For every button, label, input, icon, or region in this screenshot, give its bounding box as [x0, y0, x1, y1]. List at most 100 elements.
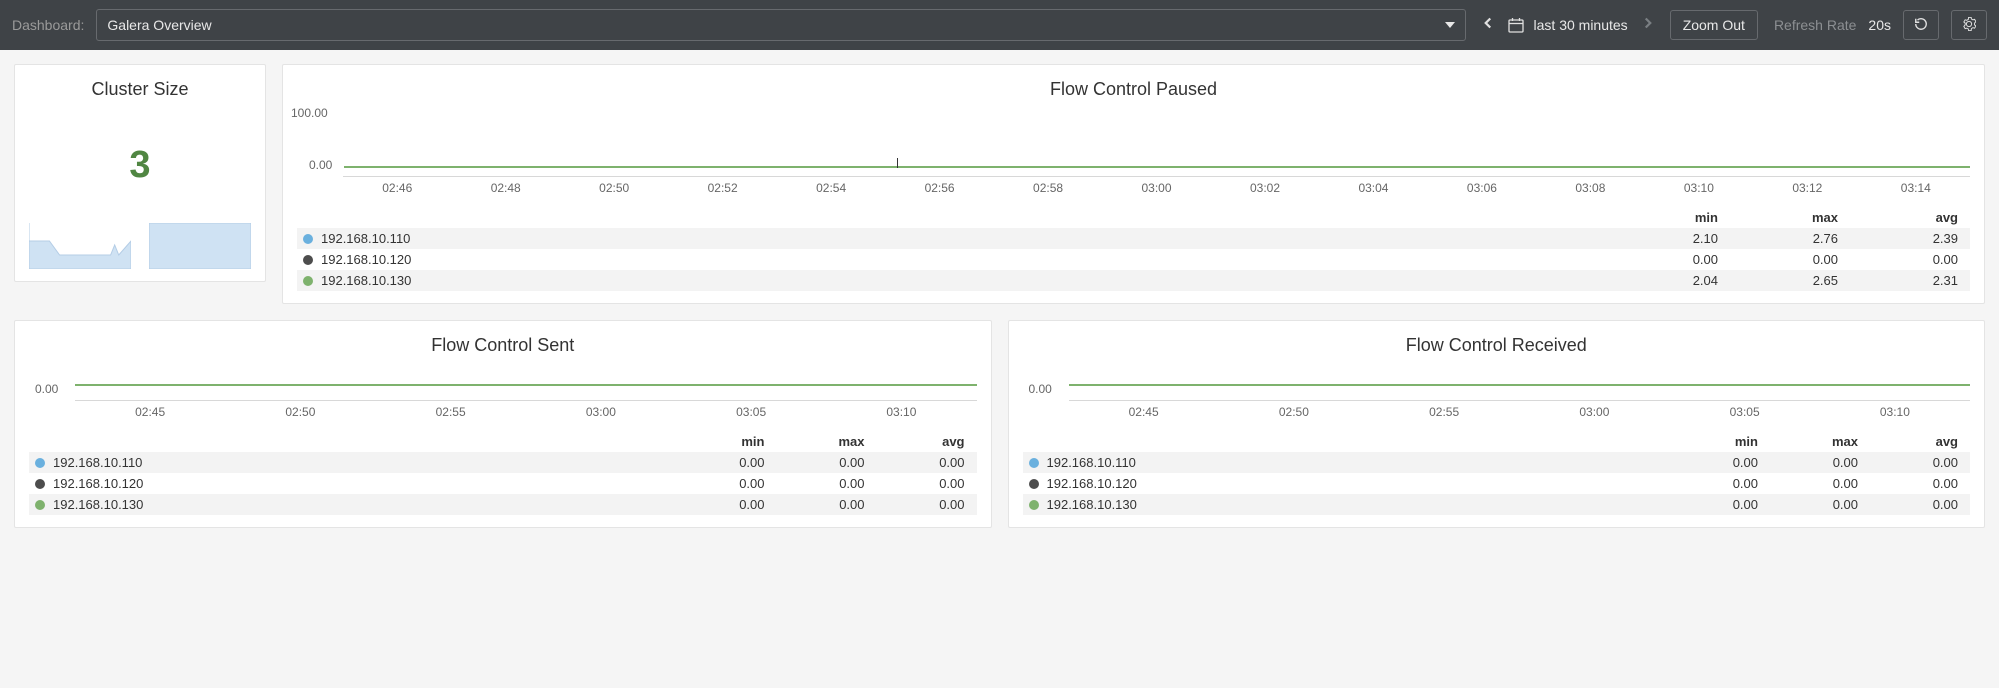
series-max: 0.00 [1724, 252, 1844, 267]
series-min: 0.00 [1664, 476, 1764, 491]
panel-cluster-size[interactable]: Cluster Size 3 [14, 64, 266, 282]
panel-title: Flow Control Paused [297, 79, 1970, 100]
col-avg: avg [871, 434, 971, 449]
time-range-picker[interactable]: last 30 minutes [1534, 17, 1628, 33]
y-tick-max: 100.00 [291, 106, 328, 120]
x-tick: 03:08 [1536, 181, 1644, 195]
legend-header: min max avg [297, 207, 1970, 228]
x-tick: 02:55 [1369, 405, 1519, 419]
legend-row[interactable]: 192.168.10.1302.042.652.31 [297, 270, 1970, 291]
legend-header: min max avg [29, 431, 977, 452]
gear-icon [1961, 17, 1977, 33]
legend-row[interactable]: 192.168.10.1100.000.000.00 [29, 452, 977, 473]
col-max: max [771, 434, 871, 449]
panel-title: Cluster Size [29, 79, 251, 100]
series-min: 0.00 [1664, 497, 1764, 512]
series-color-icon [303, 276, 313, 286]
chart-line [75, 384, 977, 386]
legend-row[interactable]: 192.168.10.1200.000.000.00 [297, 249, 1970, 270]
series-max: 0.00 [771, 476, 871, 491]
caret-down-icon [1445, 22, 1455, 28]
legend-row[interactable]: 192.168.10.1100.000.000.00 [1023, 452, 1971, 473]
panel-flow-control-paused[interactable]: Flow Control Paused 100.00 0.00 02:4602:… [282, 64, 1985, 304]
panel-title: Flow Control Sent [29, 335, 977, 356]
series-max: 0.00 [1764, 476, 1864, 491]
x-ticks: 02:4502:5002:5503:0003:0503:10 [75, 405, 977, 419]
series-min: 0.00 [1664, 455, 1764, 470]
col-min: min [1664, 434, 1764, 449]
x-tick: 02:55 [376, 405, 526, 419]
legend-table: min max avg 192.168.10.1100.000.000.0019… [1023, 431, 1971, 515]
x-tick: 03:10 [826, 405, 976, 419]
dashboard-select[interactable]: Galera Overview [96, 9, 1465, 41]
chart-line [344, 166, 1970, 168]
legend-table: min max avg 192.168.10.1100.000.000.0019… [29, 431, 977, 515]
series-min: 0.00 [1604, 252, 1724, 267]
col-avg: avg [1864, 434, 1964, 449]
x-ticks: 02:4602:4802:5002:5202:5402:5602:5803:00… [343, 181, 1970, 195]
series-avg: 0.00 [1864, 476, 1964, 491]
series-min: 0.00 [671, 476, 771, 491]
series-avg: 0.00 [871, 455, 971, 470]
series-name: 192.168.10.110 [303, 231, 1604, 246]
x-tick: 03:05 [676, 405, 826, 419]
legend-row[interactable]: 192.168.10.1300.000.000.00 [1023, 494, 1971, 515]
col-max: max [1764, 434, 1864, 449]
x-tick: 02:58 [994, 181, 1102, 195]
settings-button[interactable] [1951, 10, 1987, 40]
series-avg: 2.31 [1844, 273, 1964, 288]
series-name: 192.168.10.110 [35, 455, 671, 470]
series-max: 2.65 [1724, 273, 1844, 288]
refresh-rate-value: 20s [1868, 17, 1891, 33]
x-tick: 02:52 [668, 181, 776, 195]
topbar: Dashboard: Galera Overview last 30 minut… [0, 0, 1999, 50]
col-min: min [671, 434, 771, 449]
series-max: 0.00 [1764, 455, 1864, 470]
zoom-out-button[interactable]: Zoom Out [1670, 10, 1758, 40]
series-color-icon [35, 458, 45, 468]
time-prev-button[interactable] [1478, 12, 1498, 38]
dashboard-selected: Galera Overview [107, 17, 211, 33]
y-tick-min: 0.00 [35, 382, 58, 396]
y-tick-min: 0.00 [1029, 382, 1052, 396]
x-ticks: 02:4502:5002:5503:0003:0503:10 [1069, 405, 1971, 419]
dashboard-grid: Cluster Size 3 Flow Control Paused 100.0… [0, 50, 1999, 542]
recv-plot [1069, 366, 1971, 392]
series-min: 2.10 [1604, 231, 1724, 246]
series-name: 192.168.10.120 [35, 476, 671, 491]
refresh-button[interactable] [1903, 10, 1939, 40]
x-tick: 03:02 [1211, 181, 1319, 195]
series-name: 192.168.10.110 [1029, 455, 1665, 470]
x-tick: 02:50 [225, 405, 375, 419]
time-next-button[interactable] [1638, 12, 1658, 38]
legend-row[interactable]: 192.168.10.1200.000.000.00 [29, 473, 977, 494]
series-max: 2.76 [1724, 231, 1844, 246]
paused-plot [343, 110, 1970, 168]
series-min: 2.04 [1604, 273, 1724, 288]
legend-header: min max avg [1023, 431, 1971, 452]
chart-line [1069, 384, 1971, 386]
series-min: 0.00 [671, 497, 771, 512]
y-tick-min: 0.00 [309, 158, 332, 172]
x-tick: 03:00 [526, 405, 676, 419]
sparkline-left [29, 223, 131, 269]
x-tick: 02:45 [1069, 405, 1219, 419]
dashboard-label: Dashboard: [12, 17, 84, 33]
series-avg: 0.00 [1864, 455, 1964, 470]
paused-yaxis: 100.00 0.00 [297, 110, 1970, 168]
chart-marker [897, 158, 898, 168]
cluster-size-value: 3 [29, 144, 251, 187]
panel-flow-control-sent[interactable]: Flow Control Sent 0.00 02:4502:5002:5503… [14, 320, 992, 528]
sparkline-row [29, 223, 251, 269]
series-avg: 0.00 [1864, 497, 1964, 512]
x-tick: 03:10 [1820, 405, 1970, 419]
series-max: 0.00 [771, 455, 871, 470]
x-axis-line [75, 400, 977, 401]
panel-flow-control-received[interactable]: Flow Control Received 0.00 02:4502:5002:… [1008, 320, 1986, 528]
refresh-icon [1913, 17, 1929, 33]
series-name: 192.168.10.130 [303, 273, 1604, 288]
x-tick: 02:54 [777, 181, 885, 195]
legend-row[interactable]: 192.168.10.1200.000.000.00 [1023, 473, 1971, 494]
legend-row[interactable]: 192.168.10.1102.102.762.39 [297, 228, 1970, 249]
legend-row[interactable]: 192.168.10.1300.000.000.00 [29, 494, 977, 515]
